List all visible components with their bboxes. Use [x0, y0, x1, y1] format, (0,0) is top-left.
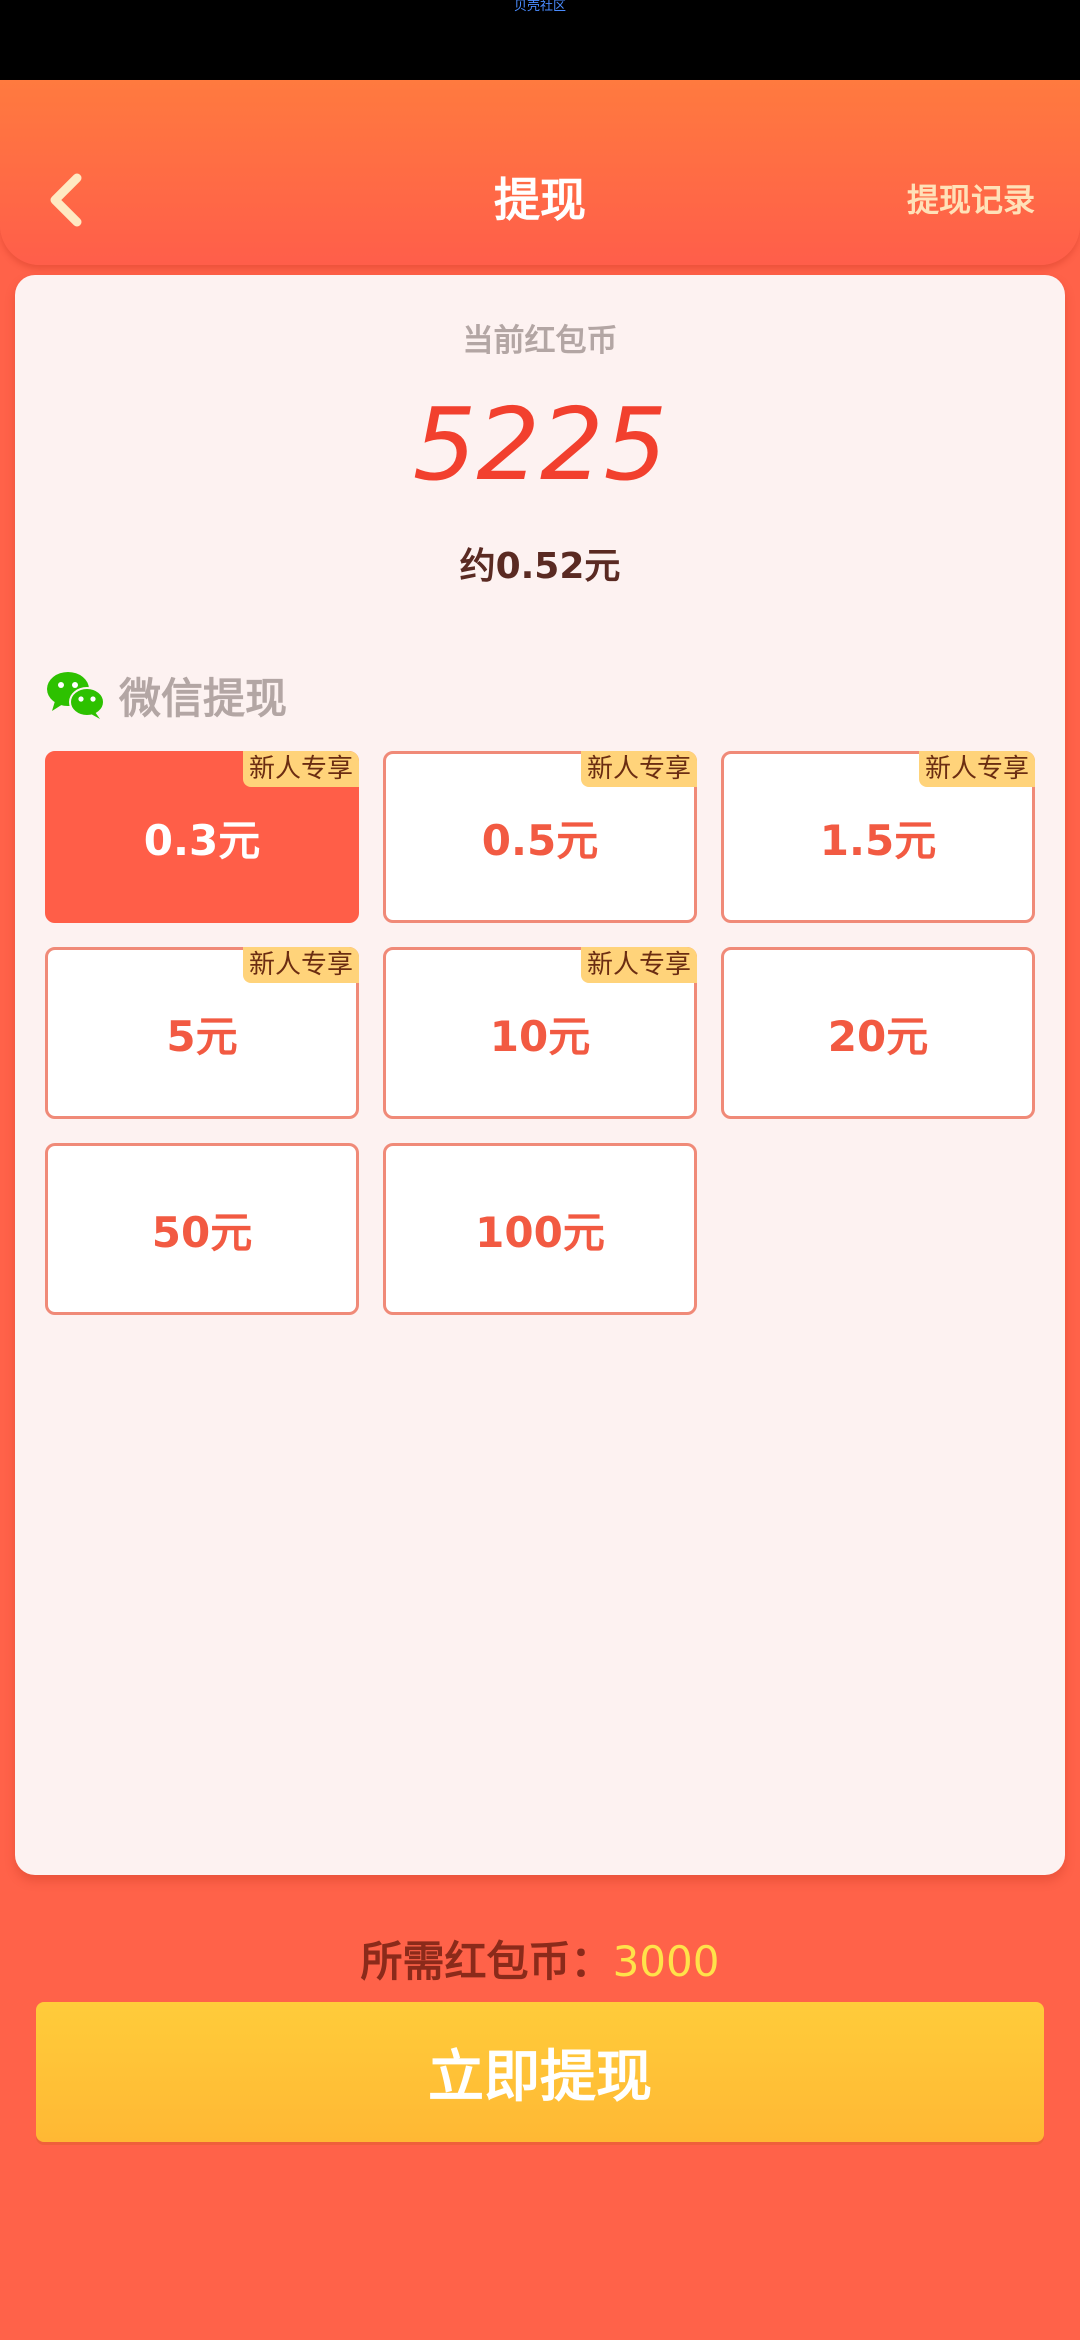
balance-approx: 约0.52元 — [459, 546, 621, 587]
amount-option[interactable]: 10元 新人专享 — [383, 947, 697, 1119]
required-coins-label: 所需红包币： — [360, 1937, 613, 1986]
balance-value: 5225 — [412, 386, 668, 503]
amount-option[interactable]: 0.5元 新人专享 — [383, 751, 697, 923]
amount-option[interactable]: 0.3元 新人专享 — [45, 751, 359, 923]
amount-option[interactable]: 20元 — [721, 947, 1035, 1119]
balance-label: 当前红包币 — [462, 323, 618, 359]
amount-label: 100元 — [475, 1207, 605, 1257]
wechat-method-label: 微信提现 — [119, 673, 288, 723]
new-user-badge: 新人专享 — [580, 947, 697, 983]
new-user-badge: 新人专享 — [242, 947, 359, 983]
amount-option[interactable]: 100元 — [383, 1143, 697, 1315]
new-user-badge: 新人专享 — [242, 751, 359, 787]
wechat-icon — [47, 672, 105, 719]
amount-option[interactable]: 50元 — [45, 1143, 359, 1315]
new-user-badge: 新人专享 — [580, 751, 697, 787]
withdraw-now-button[interactable]: 立即提现 — [36, 2002, 1044, 2142]
status-bar: 贝壳社区 — [0, 0, 1080, 80]
wechat-method-header: 微信提现 — [45, 665, 287, 725]
required-coins: 所需红包币：3000 — [0, 1928, 1080, 1989]
withdraw-history-link[interactable]: 提现记录 — [907, 165, 1035, 235]
amount-label: 50元 — [151, 1207, 253, 1257]
amount-label: 20元 — [827, 1011, 929, 1061]
watermark-text: 贝壳社区 — [513, 0, 566, 14]
new-user-badge: 新人专享 — [918, 751, 1035, 787]
amount-option[interactable]: 1.5元 新人专享 — [721, 751, 1035, 923]
required-coins-value: 3000 — [612, 1937, 720, 1986]
amount-option[interactable]: 5元 新人专享 — [45, 947, 359, 1119]
withdraw-card: 当前红包币 5225 约0.52元 微信提现 0.3元 新人专享 0.5元 新人… — [15, 275, 1065, 1875]
